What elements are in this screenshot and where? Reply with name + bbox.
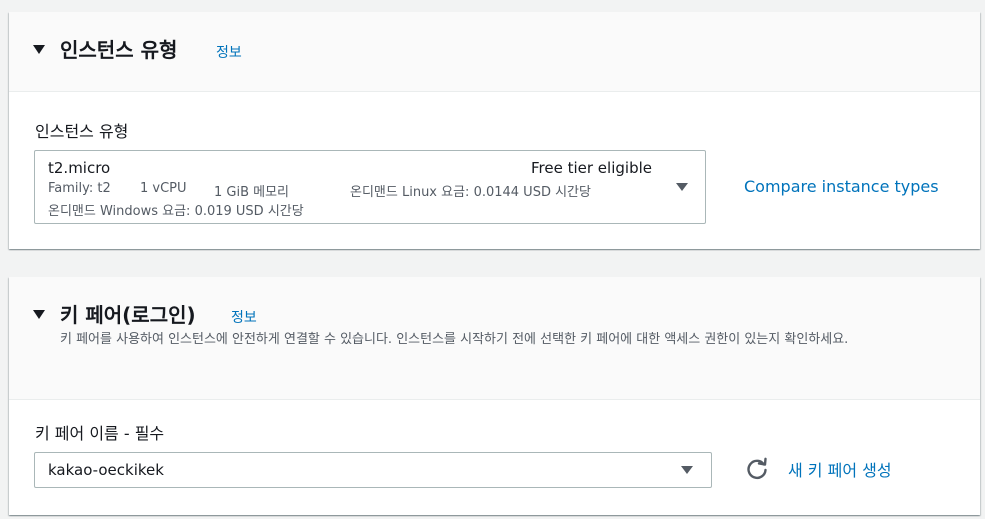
instance-family: Family: t2 xyxy=(48,181,111,196)
instance-vcpu: 1 vCPU xyxy=(140,181,187,196)
key-pair-field-label: 키 페어 이름 - 필수 xyxy=(35,424,165,443)
refresh-icon[interactable] xyxy=(744,456,770,482)
dropdown-caret-icon xyxy=(681,466,693,474)
dropdown-caret-icon xyxy=(676,183,688,191)
instance-type-title: 인스턴스 유형 xyxy=(60,38,178,62)
instance-type-info-link[interactable]: 정보 xyxy=(216,42,242,62)
instance-type-select[interactable]: t2.micro Free tier eligible Family: t2 1… xyxy=(34,150,706,224)
collapse-caret-icon[interactable] xyxy=(33,45,45,54)
instance-type-panel: 인스턴스 유형 정보 인스턴스 유형 t2.micro Free tier el… xyxy=(9,12,980,249)
free-tier-tag: Free tier eligible xyxy=(531,159,652,177)
key-pair-panel: 키 페어(로그인) 정보 키 페어를 사용하여 인스턴스에 안전하게 연결할 수… xyxy=(9,277,980,515)
create-key-pair-link[interactable]: 새 키 페어 생성 xyxy=(788,457,892,481)
key-pair-info-link[interactable]: 정보 xyxy=(231,307,257,327)
selected-instance-name: t2.micro xyxy=(48,159,111,177)
instance-type-panel-header[interactable]: 인스턴스 유형 정보 xyxy=(9,12,980,92)
collapse-caret-icon[interactable] xyxy=(33,310,45,319)
key-pair-panel-header[interactable]: 키 페어(로그인) 정보 키 페어를 사용하여 인스턴스에 안전하게 연결할 수… xyxy=(9,277,980,400)
instance-type-field-label: 인스턴스 유형 xyxy=(35,122,129,141)
key-pair-title: 키 페어(로그인) xyxy=(60,303,196,327)
key-pair-description: 키 페어를 사용하여 인스턴스에 안전하게 연결할 수 있습니다. 인스턴스를 … xyxy=(60,332,849,347)
instance-memory: 1 GiB 메모리 xyxy=(214,185,290,200)
windows-price: 온디맨드 Windows 요금: 0.019 USD 시간당 xyxy=(48,204,304,219)
compare-instance-types-link[interactable]: Compare instance types xyxy=(744,177,939,196)
linux-price: 온디맨드 Linux 요금: 0.0144 USD 시간당 xyxy=(350,185,591,200)
key-pair-select[interactable]: kakao-oeckikek xyxy=(34,452,712,488)
selected-key-pair: kakao-oeckikek xyxy=(48,461,164,479)
